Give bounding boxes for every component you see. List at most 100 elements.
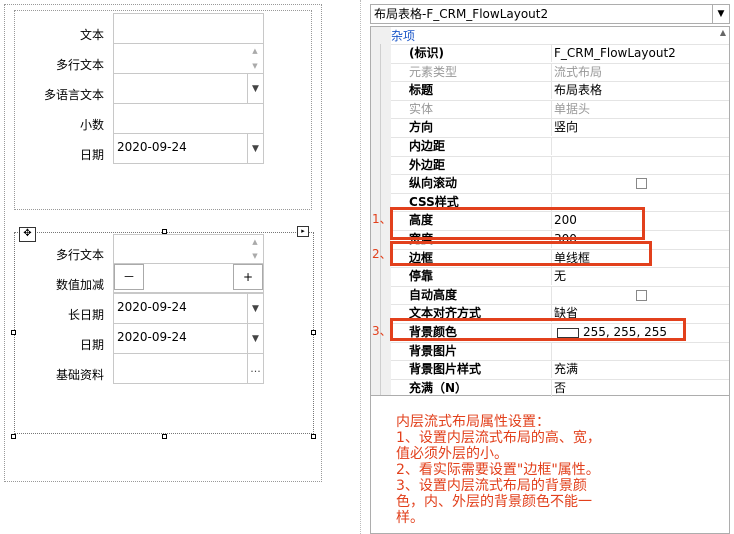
property-name: 标题 [409,83,434,98]
annotation-line: 值必须外层的小。 [396,446,508,462]
column-divider [551,100,552,118]
highlight-size-box [390,207,645,240]
property-value[interactable]: 否 [554,380,566,397]
text-input[interactable] [113,13,264,44]
column-divider [551,379,552,397]
field-label: 文本 [79,28,104,42]
column-divider [551,175,552,193]
annotation-line: 2、看实际需要设置"边框"属性。 [396,462,600,478]
smart-tag-icon[interactable]: ▸ [297,226,309,237]
multiline-input[interactable]: ▲ ▼ [113,234,264,264]
annotation-line: 内层流式布局属性设置： [396,414,550,430]
highlight-bgcolor-box [390,318,686,341]
property-checkbox[interactable] [636,289,647,301]
property-name: 背景图片 [409,343,458,358]
scroll-arrows-icon[interactable]: ▲ ▼ [247,235,263,263]
property-row[interactable]: 自动高度 [391,285,729,304]
property-row[interactable]: 内边距 [391,137,729,155]
resize-handle-right[interactable] [311,330,316,335]
column-divider [551,268,552,286]
property-row[interactable]: 充满（N） 否 [391,378,729,397]
category-header[interactable]: 杂项 [391,28,415,44]
resize-handle-bottom-right[interactable] [311,434,316,439]
date-picker[interactable]: 2020-09-24 ▼ [113,323,264,354]
property-value[interactable]: 无 [554,268,566,285]
date-picker[interactable]: 2020-09-24 ▼ [113,133,264,164]
multilang-dropdown[interactable]: ▼ [113,73,264,104]
annotation-line: 1、设置内层流式布局的高、宽， [396,430,601,446]
property-value[interactable]: 流式布局 [554,64,602,81]
field-label: 基础资料 [55,368,104,382]
property-value[interactable]: 充满 [554,361,578,378]
property-row[interactable]: 外边距 [391,155,729,174]
date-value: 2020-09-24 [117,140,187,154]
property-row[interactable]: 标题 布局表格 [391,81,729,100]
property-row[interactable]: 实体 单据头 [391,99,729,118]
column-divider [551,361,552,379]
annotation-line: 色，内、外层的背景颜色不能一 [396,494,592,510]
property-name: 纵向滚动 [409,176,458,191]
column-divider [551,82,552,100]
chevron-down-icon[interactable]: ▼ [247,134,263,163]
property-name: (标识) [409,46,444,60]
property-row[interactable]: 纵向滚动 [391,174,729,193]
chevron-down-icon[interactable]: ▼ [247,74,263,103]
property-name: 外边距 [409,157,446,172]
property-row[interactable]: 元素类型 流式布局 [391,62,729,81]
property-checkbox[interactable] [636,178,647,190]
annotation-line: 3、设置内层流式布局的背景颜 [396,478,587,494]
property-name: 实体 [409,101,434,116]
property-name: 方向 [409,120,434,135]
resize-handle-bottom[interactable] [162,434,167,439]
column-divider [551,286,552,304]
property-row[interactable]: 背景图片 [391,341,729,360]
panel-divider [360,0,362,534]
field-label: 多行文本 [55,58,104,72]
column-divider [551,119,552,137]
move-handle-icon[interactable]: ✥ [19,227,36,242]
field-label: 小数 [79,118,104,132]
property-row[interactable]: 背景图片样式 充满 [391,360,729,379]
chevron-down-icon[interactable]: ▼ [247,294,263,323]
column-divider [551,156,552,174]
increment-button[interactable]: + [233,264,263,290]
number-stepper[interactable]: － + [113,263,264,293]
scroll-up-icon[interactable]: ▲ [718,28,728,40]
highlight-border-box [390,241,652,266]
property-value[interactable]: 竖向 [554,119,578,136]
resize-handle-bottom-left[interactable] [11,434,16,439]
property-name: 自动高度 [409,287,458,302]
long-date-picker[interactable]: 2020-09-24 ▼ [113,293,264,324]
property-name: 元素类型 [409,64,458,79]
field-label: 多行文本 [55,248,104,262]
property-row[interactable]: 停靠 无 [391,267,729,286]
chevron-down-icon[interactable]: ▼ [712,5,729,23]
property-name: 停靠 [409,269,434,284]
object-selector-dropdown[interactable]: 布局表格-F_CRM_FlowLayout2 ▼ [370,4,730,24]
chevron-down-icon[interactable]: ▼ [247,324,263,353]
property-name: 背景图片样式 [409,362,482,377]
marker-3: 3、 [372,324,392,338]
annotation-line: 样。 [396,510,424,526]
date-value: 2020-09-24 [117,330,187,344]
scroll-arrows-icon[interactable]: ▲ ▼ [247,44,263,73]
object-selector-value: 布局表格-F_CRM_FlowLayout2 [374,7,549,21]
field-label: 长日期 [67,308,104,322]
decimal-input[interactable] [113,103,264,134]
marker-1: 1、 [372,212,392,226]
property-value[interactable]: 单据头 [554,101,590,118]
marker-2: 2、 [372,247,392,261]
decrement-button[interactable]: － [114,264,144,290]
column-divider [551,342,552,360]
field-label: 日期 [79,148,104,162]
multiline-input[interactable]: ▲ ▼ [113,43,264,74]
property-row[interactable]: (标识) F_CRM_FlowLayout2 [391,44,729,62]
lookup-input[interactable]: ... [113,353,264,384]
property-value[interactable]: 布局表格 [554,82,602,99]
property-row[interactable]: 方向 竖向 [391,118,729,137]
property-value[interactable]: F_CRM_FlowLayout2 [554,45,676,62]
field-label: 日期 [79,338,104,352]
annotation-text: 内层流式布局属性设置： 1、设置内层流式布局的高、宽， 值必须外层的小。 2、看… [396,414,636,526]
lookup-button[interactable]: ... [247,354,263,383]
column-divider [551,63,552,81]
